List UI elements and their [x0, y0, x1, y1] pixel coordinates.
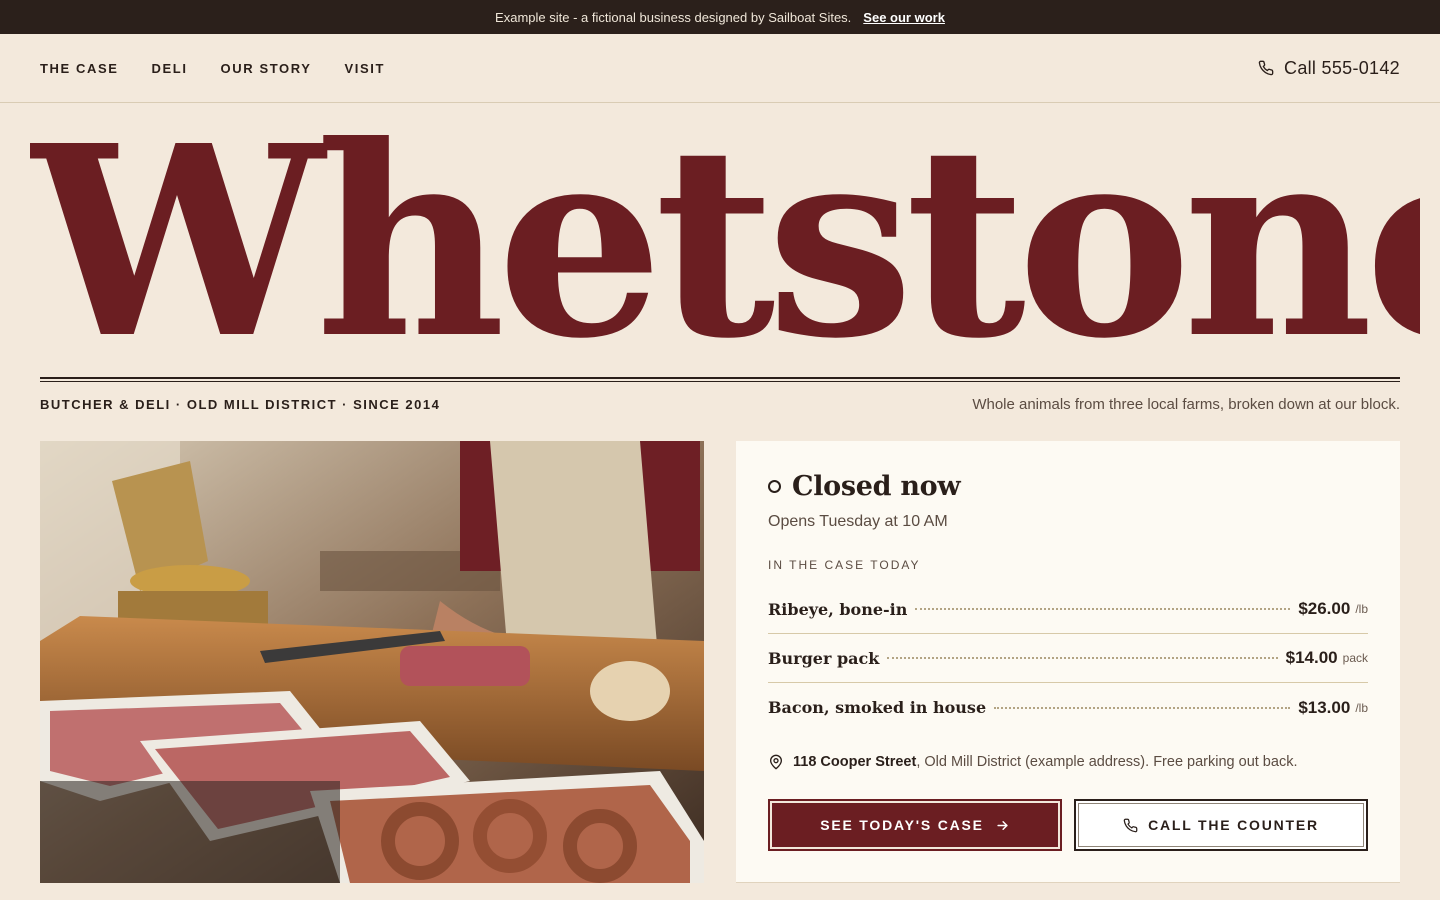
item-price: $14.00	[1285, 648, 1338, 667]
list-item[interactable]: Ribeye, bone-in $26.00 /lb	[768, 585, 1368, 634]
promise-text: Whole animals from three local farms, br…	[972, 396, 1400, 413]
map-pin-icon	[770, 754, 782, 770]
store-address: 118 Cooper Street , Old Mill District (e…	[768, 754, 1297, 770]
arrow-right-icon	[997, 820, 1008, 830]
call-phone-link[interactable]: Call 555-0142	[1258, 34, 1400, 102]
phone-icon	[1123, 818, 1138, 832]
see-todays-case-button[interactable]: SEE TODAY'S CASE	[768, 799, 1062, 851]
nav-link-our-story[interactable]: OUR STORY	[221, 61, 312, 76]
item-name: Burger pack	[768, 648, 880, 668]
nav-link-deli[interactable]: DELI	[152, 61, 188, 76]
divider-rule	[40, 377, 1400, 379]
see-our-work-link[interactable]: See our work	[863, 10, 945, 25]
dot-leader	[887, 657, 1278, 659]
address-detail: , Old Mill District (example address). F…	[916, 754, 1298, 770]
item-name: Ribeye, bone-in	[768, 599, 908, 619]
nav-link-visit[interactable]: VISIT	[345, 61, 386, 76]
opening-time: Opens Tuesday at 10 AM	[768, 513, 948, 530]
case-heading: IN THE CASE TODAY	[768, 558, 921, 572]
case-items-list: Ribeye, bone-in $26.00 /lb Burger pack $…	[768, 585, 1368, 732]
circle-status-icon	[768, 480, 781, 493]
address-street: 118 Cooper Street	[793, 754, 917, 770]
announcement-banner: Example site - a fictional business desi…	[0, 0, 1440, 34]
item-price: $26.00	[1298, 599, 1351, 618]
list-item[interactable]: Burger pack $14.00 pack	[768, 634, 1368, 683]
status-row: Closed now	[768, 471, 961, 502]
status-title: Closed now	[792, 471, 961, 502]
list-item[interactable]: Bacon, smoked in house $13.00 /lb	[768, 683, 1368, 732]
item-price: $13.00	[1298, 697, 1351, 717]
call-the-counter-button[interactable]: CALL THE COUNTER	[1074, 799, 1368, 851]
butcher-counter-photo	[40, 441, 704, 883]
banner-message: Example site - a fictional business desi…	[495, 9, 852, 25]
nav-link-the-case[interactable]: THE CASE	[40, 61, 119, 76]
nav-links: THE CASE DELI OUR STORY VISIT	[40, 34, 418, 102]
tagline: BUTCHER & DELI · OLD MILL DISTRICT · SIN…	[40, 397, 441, 412]
phone-icon	[1258, 60, 1274, 76]
top-nav: THE CASE DELI OUR STORY VISIT Call 555-0…	[0, 34, 1440, 103]
divider-rule-thin	[40, 381, 1400, 382]
item-unit: /lb	[1355, 700, 1368, 715]
call-the-counter-label: CALL THE COUNTER	[1148, 817, 1319, 833]
dot-leader	[915, 608, 1291, 610]
item-name: Bacon, smoked in house	[768, 698, 987, 717]
see-todays-case-label: SEE TODAY'S CASE	[820, 817, 984, 833]
brand-wordmark: Whetstone	[30, 112, 1420, 372]
item-unit: pack	[1342, 651, 1368, 665]
store-status-card: Closed now Opens Tuesday at 10 AM IN THE…	[736, 441, 1400, 883]
dot-leader	[994, 706, 1291, 709]
item-unit: /lb	[1355, 602, 1368, 616]
phone-number: Call 555-0142	[1284, 57, 1400, 78]
